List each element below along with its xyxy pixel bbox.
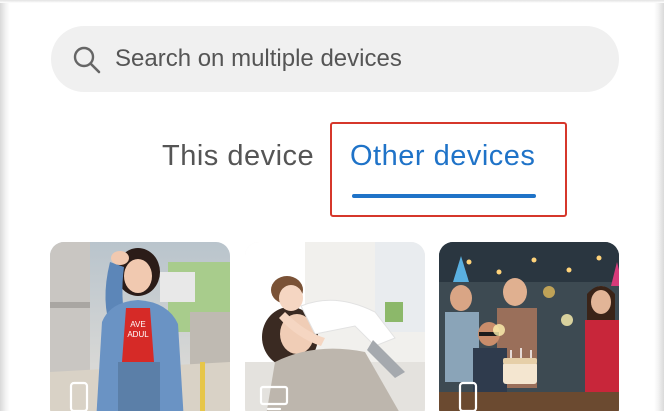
tab-this-device[interactable]: This device [162,140,314,186]
photo-thumbnail-1[interactable]: AVE ADUL [50,242,230,411]
gallery-screen: This device Other devices [0,0,664,411]
search-icon [73,46,101,74]
tv-icon [259,385,289,411]
search-input[interactable] [115,40,595,78]
photo-thumbnail-2[interactable] [245,242,425,411]
svg-text:ADUL: ADUL [127,330,149,339]
device-frame-right [654,0,664,411]
device-frame-top [0,0,664,3]
annotation-highlight-box [330,122,567,217]
phone-icon [458,381,478,411]
phone-icon [69,381,89,411]
photo-thumbnail-3[interactable] [439,242,619,411]
svg-text:AVE: AVE [130,320,145,329]
search-bar[interactable] [51,26,619,92]
device-frame-left [0,0,10,411]
